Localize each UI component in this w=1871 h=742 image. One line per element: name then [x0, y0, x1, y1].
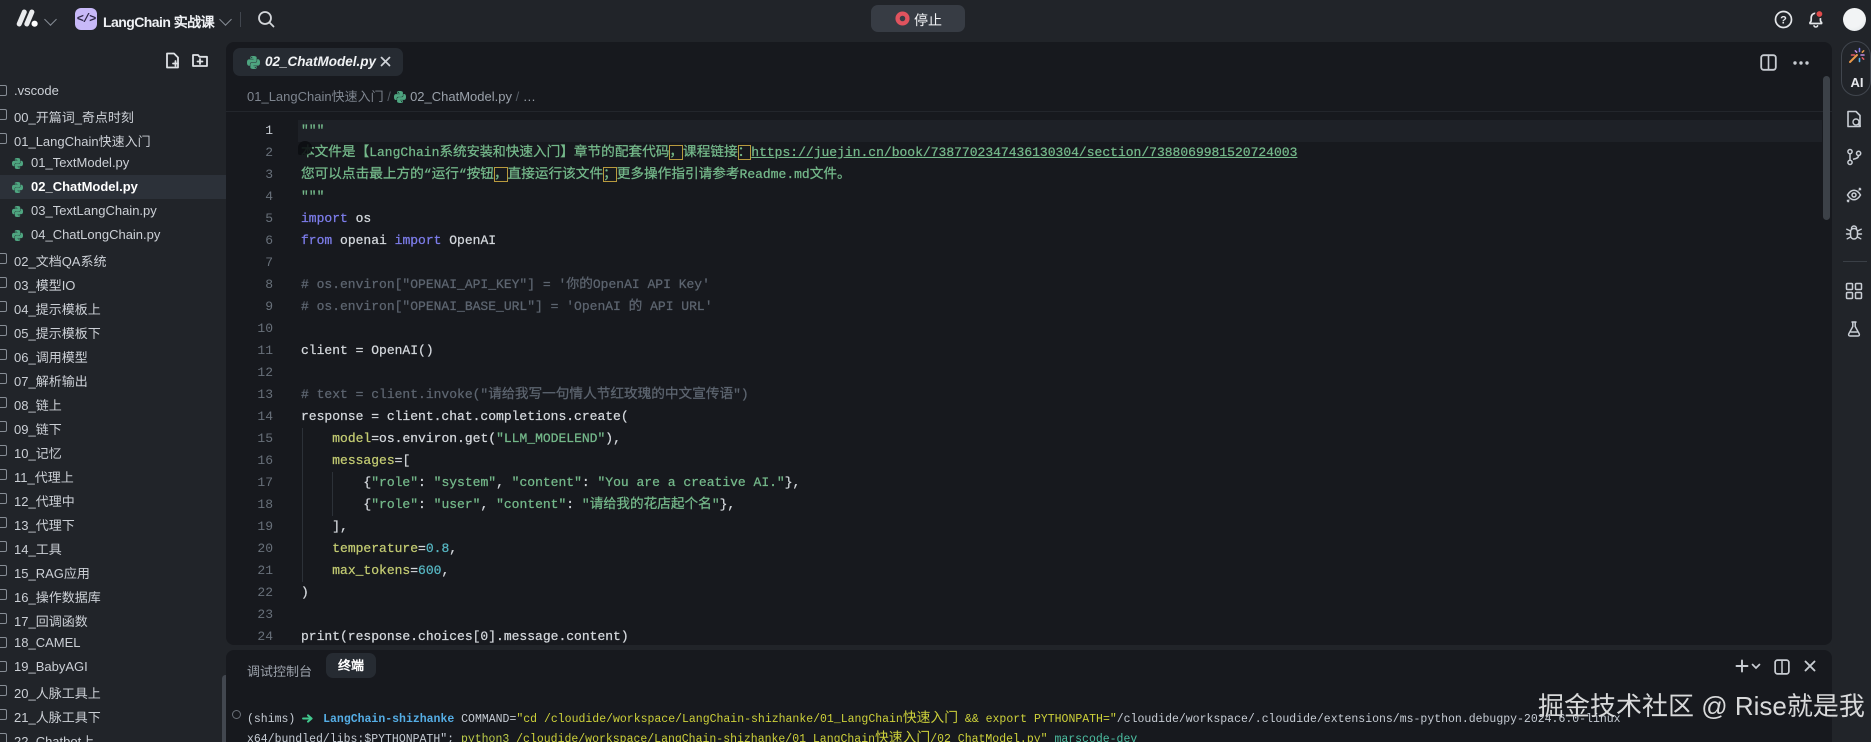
- svg-text:?: ?: [1780, 15, 1787, 27]
